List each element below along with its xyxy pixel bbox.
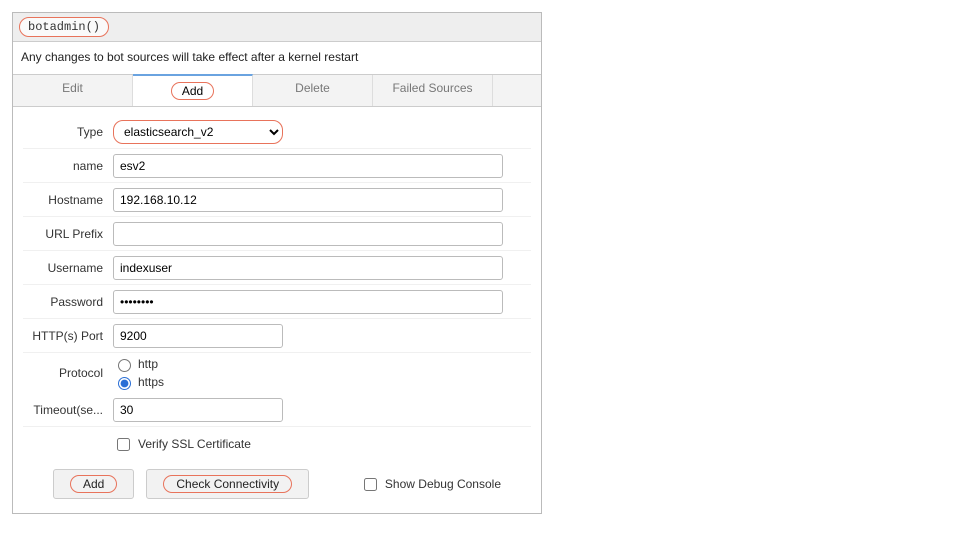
password-label: Password: [23, 295, 113, 309]
show-debug-text: Show Debug Console: [385, 477, 501, 491]
verify-ssl-text: Verify SSL Certificate: [138, 437, 251, 451]
hostname-field[interactable]: [113, 188, 503, 212]
tab-failed-sources[interactable]: Failed Sources: [373, 75, 493, 106]
restart-notice: Any changes to bot sources will take eff…: [13, 42, 541, 74]
tab-edit[interactable]: Edit: [13, 75, 133, 106]
port-field[interactable]: [113, 324, 283, 348]
admin-panel: botadmin() Any changes to bot sources wi…: [12, 12, 542, 514]
protocol-https-radio[interactable]: [118, 377, 131, 390]
port-label: HTTP(s) Port: [23, 329, 113, 343]
name-label: name: [23, 159, 113, 173]
timeout-label: Timeout(se...: [23, 403, 113, 417]
username-field[interactable]: [113, 256, 503, 280]
urlprefix-label: URL Prefix: [23, 227, 113, 241]
timeout-field[interactable]: [113, 398, 283, 422]
title-bar: botadmin(): [13, 13, 541, 42]
name-field[interactable]: [113, 154, 503, 178]
protocol-label: Protocol: [23, 366, 113, 380]
verify-ssl-checkbox[interactable]: [117, 438, 130, 451]
tab-delete[interactable]: Delete: [253, 75, 373, 106]
protocol-http-text: http: [138, 357, 158, 371]
username-label: Username: [23, 261, 113, 275]
type-label: Type: [23, 125, 113, 139]
protocol-http-radio[interactable]: [118, 359, 131, 372]
panel-title: botadmin(): [19, 17, 109, 37]
show-debug-checkbox[interactable]: [364, 478, 377, 491]
urlprefix-field[interactable]: [113, 222, 503, 246]
protocol-https-text: https: [138, 375, 164, 389]
add-form: Type elasticsearch_v2 name Hostname URL …: [13, 107, 541, 513]
tabs: Edit Add Delete Failed Sources: [13, 74, 541, 107]
hostname-label: Hostname: [23, 193, 113, 207]
tab-add[interactable]: Add: [133, 74, 253, 106]
check-connectivity-button[interactable]: Check Connectivity: [146, 469, 309, 499]
add-button[interactable]: Add: [53, 469, 134, 499]
password-field[interactable]: [113, 290, 503, 314]
type-select[interactable]: elasticsearch_v2: [113, 120, 283, 144]
